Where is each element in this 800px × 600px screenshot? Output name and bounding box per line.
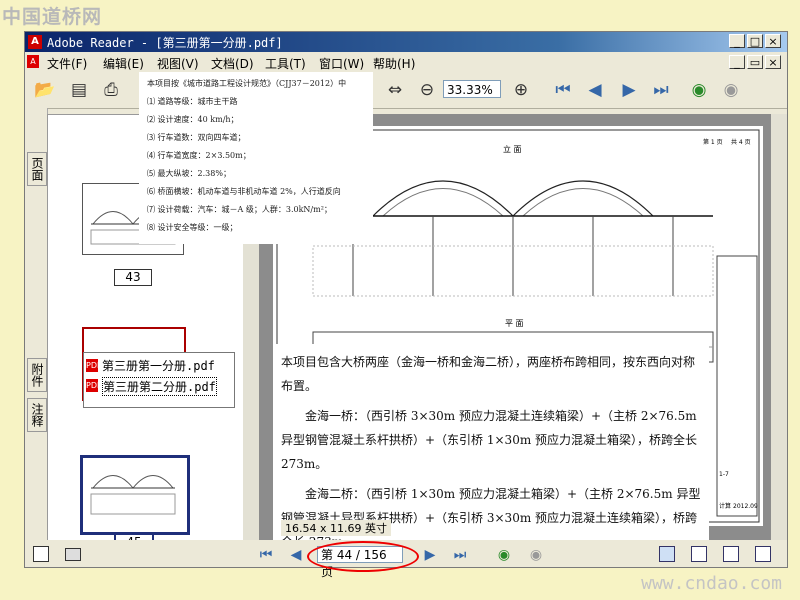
popup-title: 本项目按《城市道路工程设计规范》（CJJ37－2012）中: [147, 79, 347, 88]
watermark-bottom: www.cndao.com: [641, 573, 782, 594]
first-page-icon[interactable]: ⏮: [551, 78, 575, 102]
drawing-plan-label: 平 面: [505, 319, 524, 328]
watermark-top: 中国道桥网: [2, 6, 103, 28]
document-scrollbar[interactable]: [771, 114, 787, 548]
thumbnail-drawing: [90, 475, 176, 515]
page-size-label: 16.54 x 11.69 英寸: [281, 520, 391, 536]
zoom-out-icon[interactable]: ⊖: [415, 78, 439, 102]
popup-item: ⑵ 设计速度：40 km/h；: [147, 115, 239, 124]
menu-document[interactable]: 文档(D): [211, 55, 254, 72]
save-icon[interactable]: ▤: [67, 78, 91, 102]
document-icon: A: [27, 55, 39, 68]
popup-item: ⑸ 最大纵坡：2.38%；: [147, 169, 231, 178]
popup-item: ⑹ 桥面横坡：机动车道与非机动车道 2%，人行道反向: [147, 187, 341, 196]
pages-panel-icon[interactable]: [33, 546, 49, 562]
continuous-facing-icon[interactable]: [755, 546, 771, 562]
menu-edit[interactable]: 编辑(E): [103, 55, 144, 72]
tab-comments[interactable]: 注释: [27, 398, 47, 432]
status-first-page-icon[interactable]: ⏮: [257, 546, 275, 564]
window-title: Adobe Reader - [第三册第一分册.pdf]: [47, 36, 283, 50]
fit-width-icon[interactable]: ⇔: [383, 78, 407, 102]
menu-file[interactable]: 文件(F): [47, 55, 87, 72]
menu-help[interactable]: 帮助(H): [373, 55, 415, 72]
attachments-list: PDF 第三册第一分册.pdf PDF 第三册第二分册.pdf: [83, 352, 235, 408]
popup-item: ⑷ 行车道宽度：2×3.50m；: [147, 151, 251, 160]
zoom-in-icon[interactable]: ⊕: [509, 78, 533, 102]
status-next-page-icon[interactable]: ▶: [421, 546, 439, 564]
drawing-sheet-total: 共 4 页: [731, 138, 751, 146]
single-page-view-icon[interactable]: [659, 546, 675, 562]
forward-icon[interactable]: ◉: [719, 78, 743, 102]
menu-bar: A 文件(F) 编辑(E) 视图(V) 文档(D) 工具(T) 窗口(W) 帮助…: [25, 52, 787, 72]
reader-window: A Adobe Reader - [第三册第一分册.pdf] _ □ × A 文…: [24, 31, 788, 579]
status-last-page-icon[interactable]: ⏭: [451, 546, 469, 564]
pdf-file-icon: PDF: [86, 379, 102, 392]
drawing-elevation-label: 立 面: [503, 144, 522, 154]
doc-close-button[interactable]: ×: [765, 55, 781, 69]
menu-window[interactable]: 窗口(W): [319, 55, 364, 72]
drawing-sheet-calc: 计算: [719, 502, 731, 510]
print-icon[interactable]: ⎙: [99, 78, 123, 102]
prev-page-icon[interactable]: ◀: [583, 78, 607, 102]
attachment-item-1[interactable]: 第三册第一分册.pdf: [102, 357, 215, 374]
close-button[interactable]: ×: [765, 34, 781, 48]
menu-view[interactable]: 视图(V): [157, 55, 199, 72]
status-prev-page-icon[interactable]: ◀: [287, 546, 305, 564]
attachment-item-2[interactable]: 第三册第二分册.pdf: [102, 377, 217, 396]
description-paragraph: 金海一桥：（西引桥 3×30m 预应力混凝土连续箱梁）+（主桥 2×76.5m …: [281, 409, 698, 471]
tab-pages[interactable]: 页面: [27, 152, 47, 186]
thumbnail-page-45[interactable]: [80, 455, 190, 535]
drawing-sheet-date: 2012.09: [733, 503, 758, 510]
minimize-button[interactable]: _: [729, 34, 745, 48]
description-paragraph: 本项目包含大桥两座（金海一桥和金海二桥），两座桥布跨相同，按东西向对称布置。: [281, 355, 696, 393]
drawing-sheet-page: 第 1 页: [703, 138, 723, 146]
last-page-icon[interactable]: ⏭: [649, 78, 673, 102]
facing-view-icon[interactable]: [723, 546, 739, 562]
doc-minimize-button[interactable]: _: [729, 55, 745, 69]
back-icon[interactable]: ◉: [687, 78, 711, 102]
status-back-icon[interactable]: ◉: [495, 546, 513, 564]
maximize-button[interactable]: □: [747, 34, 763, 48]
title-bar: A Adobe Reader - [第三册第一分册.pdf] _ □ ×: [25, 32, 787, 52]
adobe-reader-icon: A: [28, 35, 42, 49]
open-icon[interactable]: 📂: [33, 78, 57, 102]
page-indicator-highlight: [307, 541, 419, 572]
zoom-input[interactable]: 33.33%: [443, 80, 501, 98]
popup-item: ⑺ 设计荷载：汽车：城－A 级；人群：3.0kN/m²；: [147, 205, 332, 214]
tab-attachments[interactable]: 附件: [27, 358, 47, 392]
next-page-icon[interactable]: ▶: [617, 78, 641, 102]
pdf-file-icon: PDF: [86, 359, 102, 372]
menu-tools[interactable]: 工具(T): [265, 55, 306, 72]
status-bar: ⏮ ◀ 第 44 / 156 页 ▶ ⏭ ◉ ◉: [25, 540, 787, 579]
popup-item: ⑴ 道路等级：城市主干路: [147, 97, 238, 106]
navigation-tabs: 页面 附件 注释: [25, 108, 48, 548]
doc-restore-button[interactable]: ▭: [747, 55, 763, 69]
layout-icon[interactable]: [65, 548, 81, 561]
status-forward-icon[interactable]: ◉: [527, 546, 545, 564]
popup-item: ⑶ 行车道数：双向四车道；: [147, 133, 246, 142]
design-spec-popup: 本项目按《城市道路工程设计规范》（CJJ37－2012）中 ⑴ 道路等级：城市主…: [139, 72, 373, 244]
thumbnail-label-43: 43: [114, 269, 152, 286]
drawing-sheet-number: 1-7: [719, 471, 729, 478]
continuous-view-icon[interactable]: [691, 546, 707, 562]
popup-item: ⑻ 设计安全等级：一级；: [147, 223, 238, 232]
